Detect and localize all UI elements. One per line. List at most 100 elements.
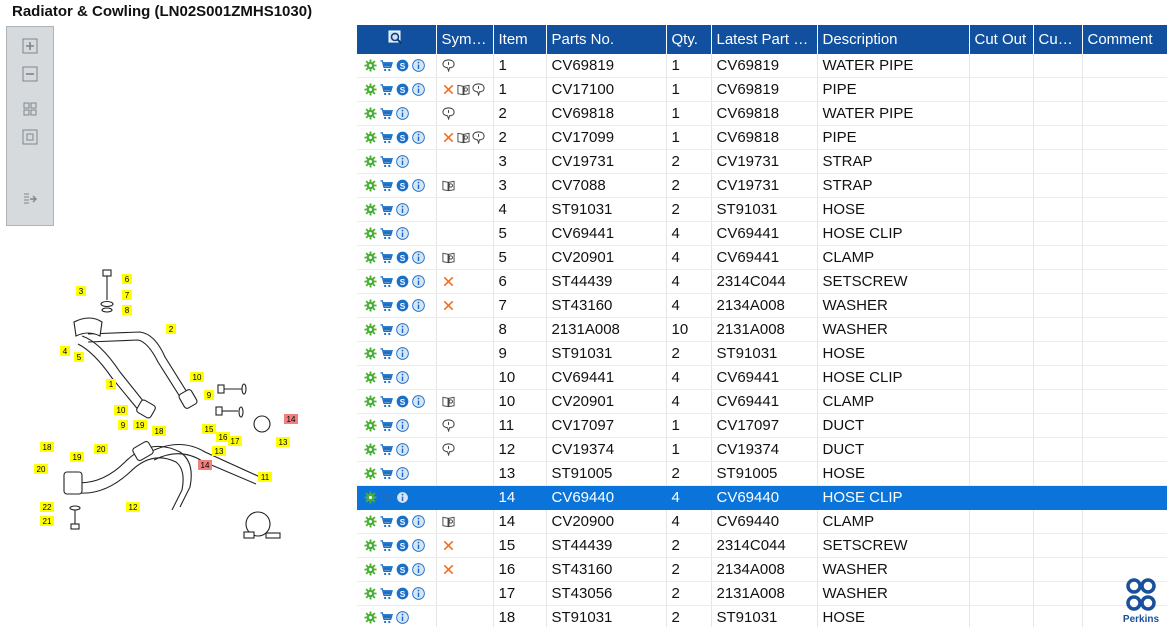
service-icon[interactable]: S <box>396 59 409 72</box>
service-icon[interactable]: S <box>396 299 409 312</box>
service-icon[interactable]: S <box>396 275 409 288</box>
info-icon[interactable] <box>396 203 409 216</box>
table-row[interactable]: 8 2131A008 10 2131A008 WASHER <box>357 317 1167 342</box>
table-row[interactable]: 14 CV69440 4 CV69440 HOSE CLIP <box>357 485 1167 510</box>
tooltip-note-icon[interactable] <box>441 59 455 72</box>
info-icon[interactable] <box>412 179 425 192</box>
info-icon[interactable] <box>412 83 425 96</box>
service-icon[interactable]: S <box>396 83 409 96</box>
table-row[interactable]: S 16 ST43160 2 2134A008 WASHER <box>357 557 1167 582</box>
cart-icon[interactable] <box>380 515 393 528</box>
fit-window-icon[interactable] <box>21 128 39 146</box>
export-icon[interactable] <box>21 190 39 208</box>
book-icon[interactable] <box>441 395 455 408</box>
cart-icon[interactable] <box>380 587 393 600</box>
cart-icon[interactable] <box>380 227 393 240</box>
info-icon[interactable] <box>396 107 409 120</box>
gear-icon[interactable] <box>364 539 377 552</box>
cart-icon[interactable] <box>380 491 393 504</box>
book-icon[interactable] <box>456 131 470 144</box>
cart-icon[interactable] <box>380 83 393 96</box>
table-row[interactable]: S 17 ST43056 2 2131A008 WASHER <box>357 581 1167 606</box>
info-icon[interactable] <box>396 227 409 240</box>
gear-icon[interactable] <box>364 83 377 96</box>
tooltip-note-icon[interactable] <box>441 443 455 456</box>
gear-icon[interactable] <box>364 371 377 384</box>
info-icon[interactable] <box>396 155 409 168</box>
cart-icon[interactable] <box>380 179 393 192</box>
book-icon[interactable] <box>441 179 455 192</box>
service-icon[interactable]: S <box>396 515 409 528</box>
cart-icon[interactable] <box>380 59 393 72</box>
gear-icon[interactable] <box>364 515 377 528</box>
cart-icon[interactable] <box>380 611 393 624</box>
header-description[interactable]: Description <box>817 25 970 54</box>
gear-icon[interactable] <box>364 587 377 600</box>
table-row[interactable]: 10 CV69441 4 CV69441 HOSE CLIP <box>357 365 1167 390</box>
gear-icon[interactable] <box>364 179 377 192</box>
superseded-cross-icon[interactable] <box>442 539 455 552</box>
table-row[interactable]: 11 CV17097 1 CV17097 DUCT <box>357 413 1167 438</box>
gear-icon[interactable] <box>364 251 377 264</box>
gear-icon[interactable] <box>364 395 377 408</box>
info-icon[interactable] <box>396 491 409 504</box>
info-icon[interactable] <box>412 515 425 528</box>
table-row[interactable]: S 15 ST44439 2 2314C044 SETSCREW <box>357 533 1167 558</box>
info-icon[interactable] <box>412 59 425 72</box>
info-icon[interactable] <box>412 275 425 288</box>
gear-icon[interactable] <box>364 227 377 240</box>
gear-icon[interactable] <box>364 59 377 72</box>
cart-icon[interactable] <box>380 467 393 480</box>
cart-icon[interactable] <box>380 275 393 288</box>
cart-icon[interactable] <box>380 131 393 144</box>
cart-icon[interactable] <box>380 203 393 216</box>
gear-icon[interactable] <box>364 491 377 504</box>
gear-icon[interactable] <box>364 275 377 288</box>
service-icon[interactable]: S <box>396 131 409 144</box>
gear-icon[interactable] <box>364 611 377 624</box>
superseded-cross-icon[interactable] <box>442 131 455 144</box>
zoom-out-icon[interactable] <box>21 65 39 83</box>
cart-icon[interactable] <box>380 155 393 168</box>
cart-icon[interactable] <box>380 419 393 432</box>
tooltip-note-icon[interactable] <box>471 83 485 96</box>
table-row[interactable]: S 10 CV20901 4 CV69441 CLAMP <box>357 389 1167 414</box>
gear-icon[interactable] <box>364 299 377 312</box>
service-icon[interactable]: S <box>396 563 409 576</box>
header-item[interactable]: Item <box>493 25 547 54</box>
cart-icon[interactable] <box>380 395 393 408</box>
cart-icon[interactable] <box>380 443 393 456</box>
header-comment[interactable]: Comment <box>1082 25 1167 54</box>
info-icon[interactable] <box>396 347 409 360</box>
info-icon[interactable] <box>412 131 425 144</box>
cart-icon[interactable] <box>380 107 393 120</box>
info-icon[interactable] <box>396 611 409 624</box>
header-symbol[interactable]: Symb... <box>436 25 494 54</box>
info-icon[interactable] <box>412 563 425 576</box>
header-actions[interactable] <box>357 25 437 54</box>
info-icon[interactable] <box>396 323 409 336</box>
tooltip-note-icon[interactable] <box>441 419 455 432</box>
exploded-parts-diagram[interactable]: 3 6 7 8 2 4 5 1 10 9 10 9 19 18 15 16 17… <box>30 262 300 552</box>
zoom-to-part-icon[interactable] <box>388 30 404 50</box>
cart-icon[interactable] <box>380 371 393 384</box>
info-icon[interactable] <box>396 419 409 432</box>
gear-icon[interactable] <box>364 563 377 576</box>
header-cut-in[interactable]: Cut In <box>1033 25 1083 54</box>
info-icon[interactable] <box>396 443 409 456</box>
gear-icon[interactable] <box>364 467 377 480</box>
cart-icon[interactable] <box>380 563 393 576</box>
table-row[interactable]: S 7 ST43160 4 2134A008 WASHER <box>357 293 1167 318</box>
table-row[interactable]: 9 ST91031 2 ST91031 HOSE <box>357 341 1167 366</box>
table-row[interactable]: S 3 CV7088 2 CV19731 STRAP <box>357 173 1167 198</box>
gear-icon[interactable] <box>364 347 377 360</box>
header-cut-out[interactable]: Cut Out <box>969 25 1034 54</box>
gear-icon[interactable] <box>364 107 377 120</box>
header-qty[interactable]: Qty. <box>666 25 712 54</box>
fit-all-icon[interactable] <box>21 100 39 118</box>
table-row[interactable]: 18 ST91031 2 ST91031 HOSE <box>357 605 1167 627</box>
superseded-cross-icon[interactable] <box>442 299 455 312</box>
gear-icon[interactable] <box>364 419 377 432</box>
table-row[interactable]: 12 CV19374 1 CV19374 DUCT <box>357 437 1167 462</box>
table-row[interactable]: S 5 CV20901 4 CV69441 CLAMP <box>357 245 1167 270</box>
